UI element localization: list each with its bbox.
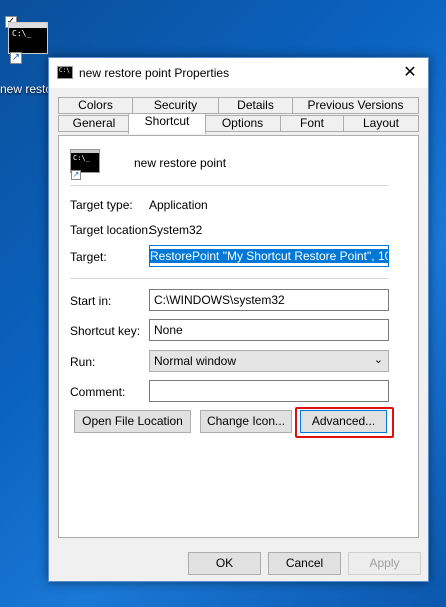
change-icon-button[interactable]: Change Icon...: [200, 410, 292, 433]
cancel-button[interactable]: Cancel: [268, 552, 341, 575]
start-in-field[interactable]: C:\WINDOWS\system32: [149, 289, 389, 311]
target-location-label: Target location:: [70, 223, 152, 237]
chevron-down-icon: ⌄: [373, 354, 383, 366]
comment-field[interactable]: [149, 380, 389, 402]
divider: [70, 278, 388, 279]
close-button[interactable]: ✕: [392, 58, 428, 88]
shortcut-key-field[interactable]: None: [149, 319, 389, 341]
shortcut-arrow-icon: ↗: [10, 52, 22, 64]
cmd-icon: C:\_: [8, 22, 48, 54]
cmd-icon-glyph: C:\_: [12, 29, 32, 38]
ok-button[interactable]: OK: [188, 552, 261, 575]
target-field[interactable]: RestorePoint "My Shortcut Restore Point"…: [149, 245, 389, 267]
advanced-button[interactable]: Advanced...: [300, 410, 387, 433]
target-value: RestorePoint "My Shortcut Restore Point"…: [150, 249, 388, 263]
tab-options[interactable]: Options: [204, 115, 281, 132]
start-in-label: Start in:: [70, 294, 112, 308]
divider: [70, 185, 388, 186]
target-label: Target:: [70, 250, 107, 264]
target-type-label: Target type:: [70, 198, 133, 212]
shortcut-panel: C:\_ ↗ new restore point Target type: Ap…: [58, 135, 419, 538]
desktop-shortcut-label: new restore point: [0, 82, 48, 96]
window-title: new restore point Properties: [79, 66, 230, 80]
tab-font[interactable]: Font: [280, 115, 344, 132]
run-select[interactable]: Normal window ⌄: [149, 350, 389, 372]
run-value: Normal window: [154, 354, 237, 368]
target-type-value: Application: [149, 198, 208, 212]
run-label: Run:: [70, 355, 96, 369]
apply-button[interactable]: Apply: [348, 552, 421, 575]
tab-security[interactable]: Security: [132, 97, 219, 114]
shortcut-arrow-icon: ↗: [71, 170, 81, 180]
tab-layout[interactable]: Layout: [343, 115, 419, 132]
shortcut-key-label: Shortcut key:: [70, 324, 141, 338]
title-bar[interactable]: C:\ new restore point Properties ✕: [49, 58, 428, 88]
target-location-value: System32: [149, 223, 203, 237]
properties-window: C:\ new restore point Properties ✕ Color…: [48, 57, 429, 582]
tab-details[interactable]: Details: [218, 97, 293, 114]
tab-previous-versions[interactable]: Previous Versions: [292, 97, 419, 114]
tab-general[interactable]: General: [58, 115, 130, 132]
cmd-icon-glyph: C:\_: [73, 154, 90, 162]
open-file-location-button[interactable]: Open File Location: [74, 410, 191, 433]
tab-colors[interactable]: Colors: [58, 97, 133, 114]
shortcut-name: new restore point: [134, 156, 227, 170]
comment-label: Comment:: [70, 385, 126, 399]
tab-shortcut[interactable]: Shortcut: [128, 113, 206, 134]
cmd-icon: C:\: [57, 66, 73, 79]
